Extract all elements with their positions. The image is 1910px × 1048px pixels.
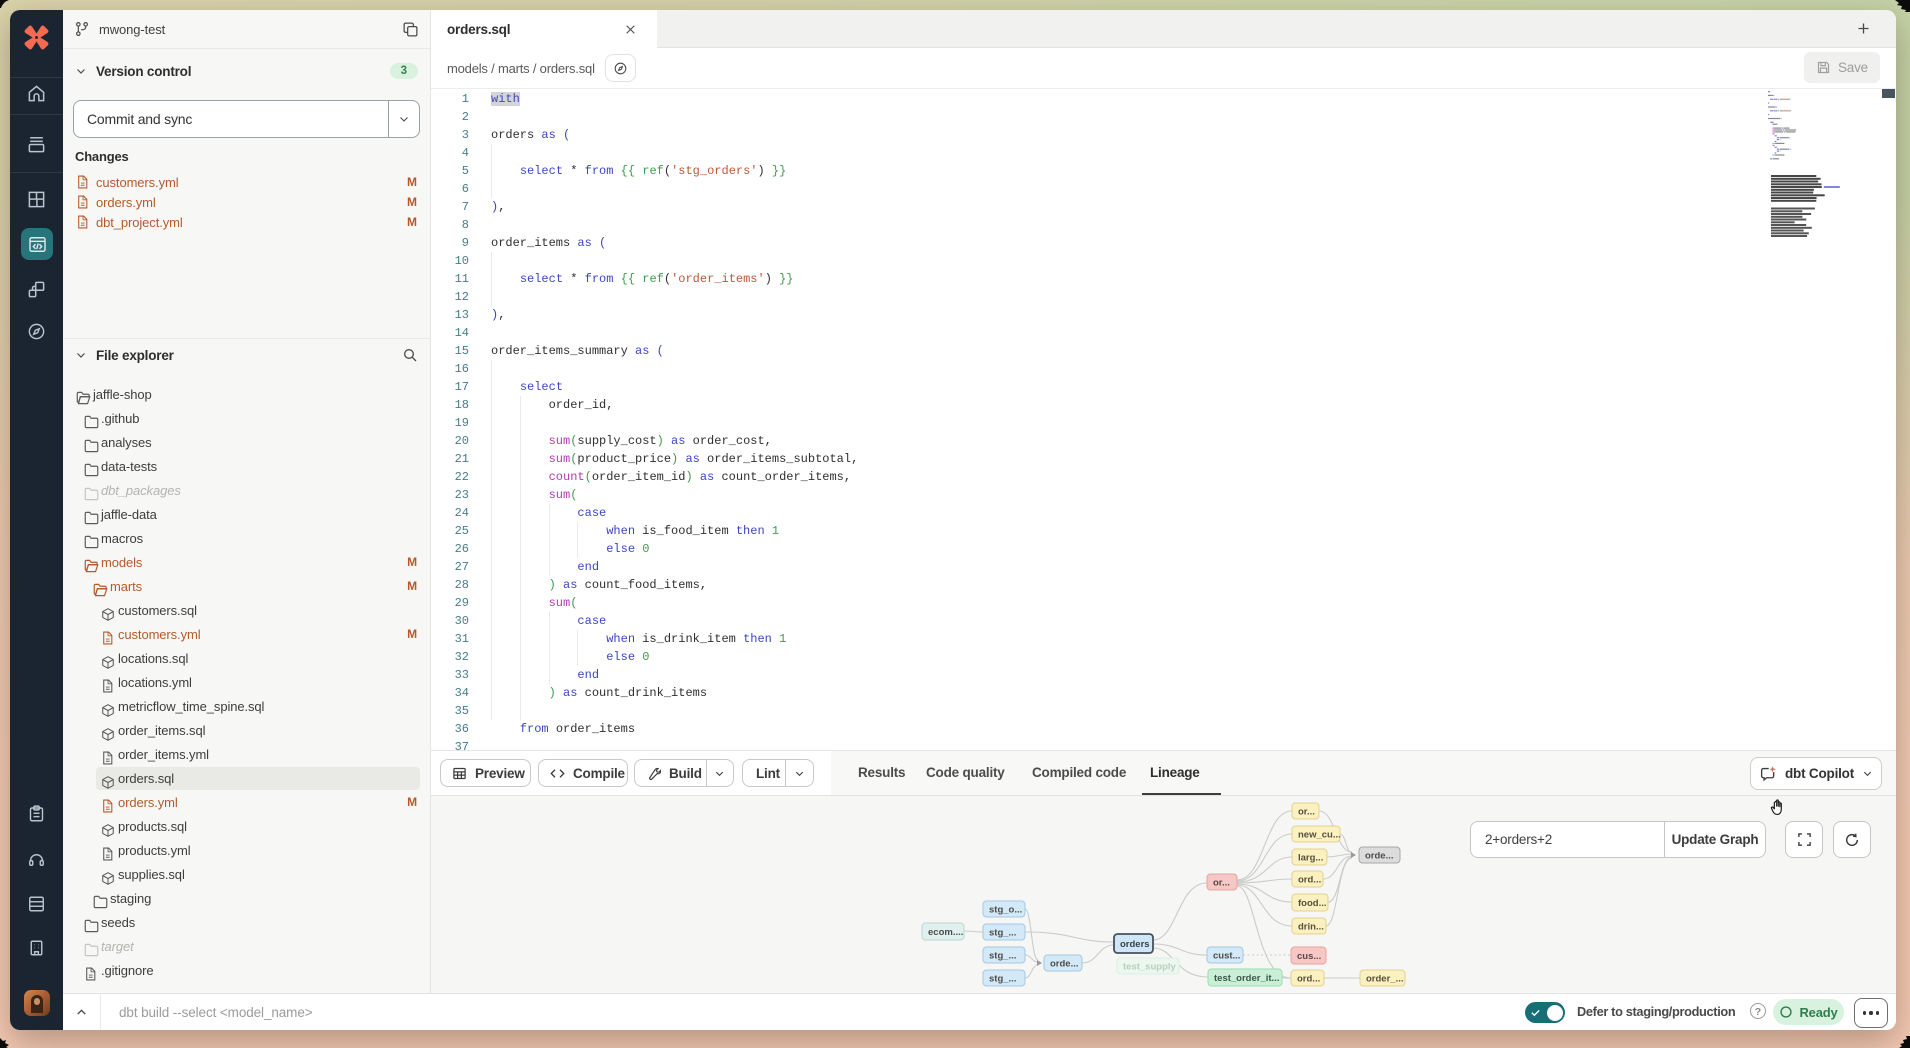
svg-text:ord...: ord...: [1297, 974, 1320, 985]
svg-text:ord...: ord...: [1298, 875, 1321, 886]
svg-text:test_supply: test_supply: [1123, 962, 1177, 973]
svg-text:stg_...: stg_...: [989, 928, 1016, 939]
svg-text:stg_...: stg_...: [989, 951, 1016, 962]
svg-text:test_order_it...: test_order_it...: [1214, 973, 1279, 984]
svg-text:new_cu...: new_cu...: [1298, 830, 1341, 841]
svg-text:stg_...: stg_...: [989, 974, 1016, 985]
svg-text:cus...: cus...: [1297, 951, 1321, 962]
svg-text:stg_o...: stg_o...: [989, 905, 1022, 916]
svg-text:larg...: larg...: [1298, 853, 1323, 864]
svg-text:cust...: cust...: [1213, 951, 1240, 962]
svg-text:drin...: drin...: [1298, 922, 1324, 933]
svg-text:ecom....: ecom....: [928, 927, 963, 938]
svg-text:orde...: orde...: [1050, 959, 1079, 970]
svg-text:food...: food...: [1298, 898, 1327, 909]
svg-text:or...: or...: [1213, 878, 1230, 889]
svg-text:orde...: orde...: [1365, 851, 1394, 862]
svg-text:orders: orders: [1120, 939, 1150, 950]
svg-text:or...: or...: [1298, 807, 1315, 818]
svg-text:order_...: order_...: [1366, 974, 1404, 985]
